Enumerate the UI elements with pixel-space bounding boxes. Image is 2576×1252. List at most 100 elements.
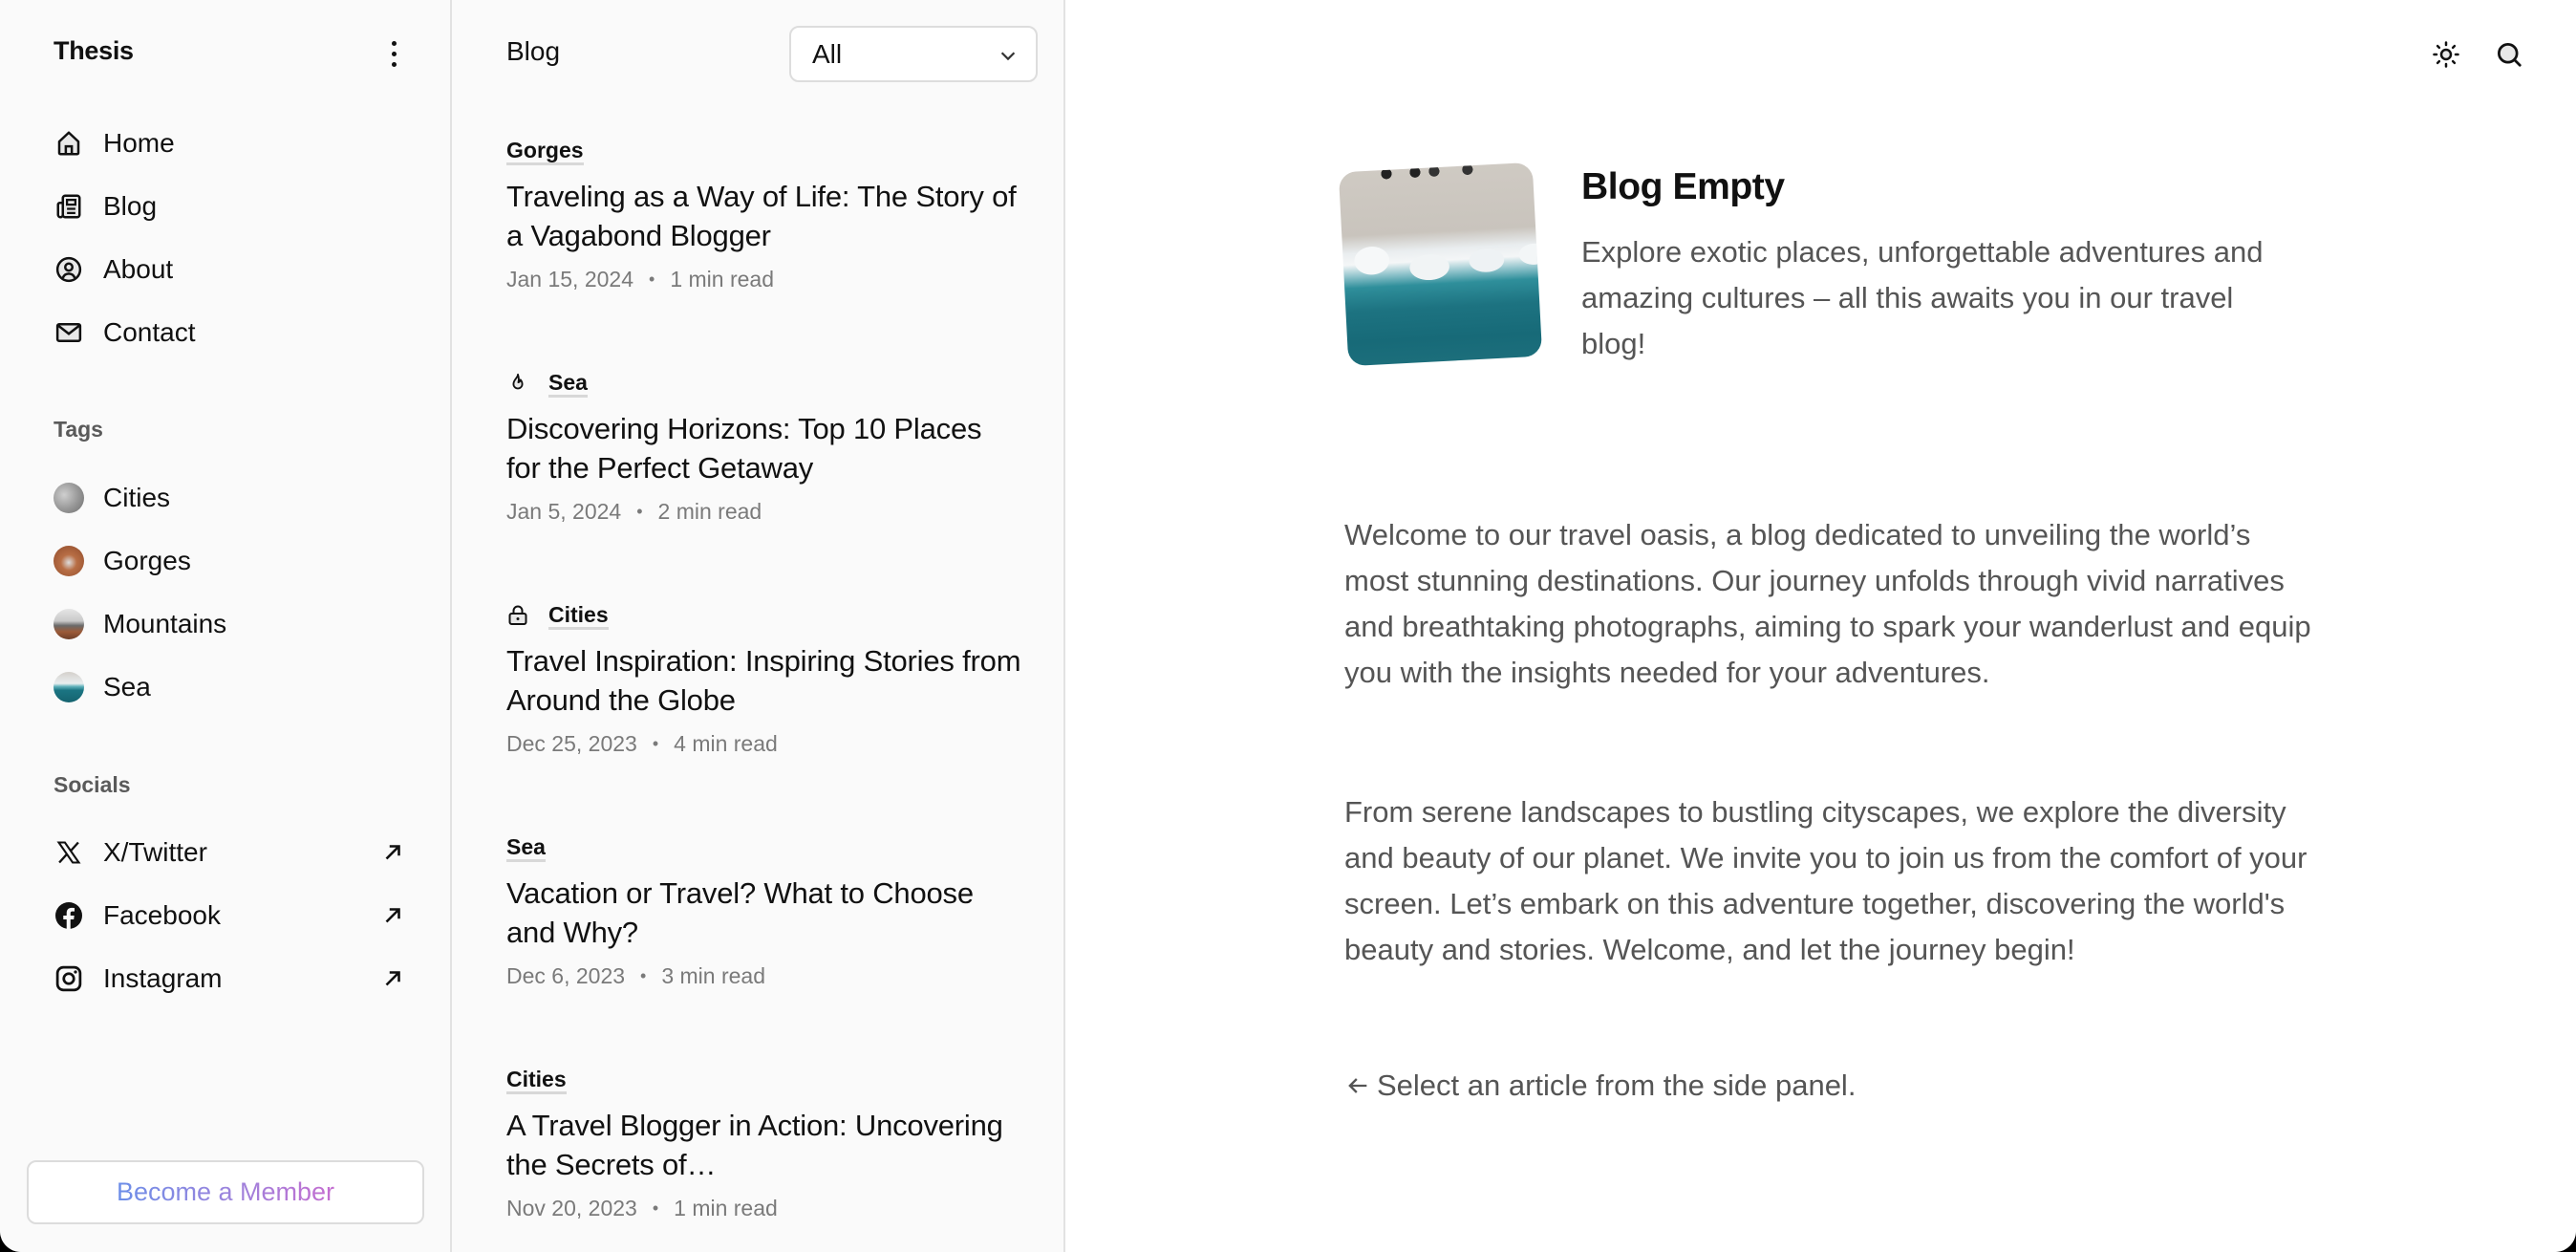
social-label: Facebook [103,900,221,930]
article-date: Nov 20, 2023 [506,1196,637,1220]
article-tag[interactable]: Sea [506,834,546,862]
user-circle-icon [54,254,84,285]
wave-foam-detail [1338,222,1543,291]
article-list-panel: Blog All Gorges Traveling as a Way of Li… [452,0,1065,1252]
article-meta: Jan 5, 2024 • 2 min read [506,499,1022,525]
article-list-item[interactable]: Cities Travel Inspiration: Inspiring Sto… [506,601,1022,757]
sidebar-tag-gorges[interactable]: Gorges [54,542,191,580]
lock-icon [506,604,529,627]
article-date: Jan 15, 2024 [506,267,634,291]
sidebar-tag-mountains[interactable]: Mountains [54,605,226,643]
tag-label: Gorges [103,546,191,575]
tag-thumbnail [54,546,84,576]
external-link-arrow-icon [385,971,400,986]
article-list-item[interactable]: Gorges Traveling as a Way of Life: The S… [506,137,1022,292]
select-article-hint: Select an article from the side panel. [1344,1069,1856,1103]
sidebar: Thesis Home Blog About Contact Tags Citi… [0,0,452,1252]
article-tag-row: Gorges [506,137,1022,165]
tag-label: Mountains [103,609,227,638]
article-read-time: 1 min read [674,1196,778,1220]
tag-label: Cities [103,483,171,512]
article-title: Traveling as a Way of Life: The Story of… [506,180,1017,252]
sidebar-item-about[interactable]: About [54,250,173,289]
sidebar-item-label: Contact [103,317,196,347]
socials-section-label: Socials [54,772,131,797]
meta-separator: • [652,734,659,753]
tag-label: Sea [103,672,151,702]
article-tag[interactable]: Gorges [506,138,584,165]
meta-separator: • [640,966,647,985]
arrow-left-icon [1348,1078,1367,1093]
newspaper-icon [54,191,84,222]
article-list-item[interactable]: Sea Vacation or Travel? What to Choose a… [506,833,1022,989]
blog-description: Explore exotic places, unforgettable adv… [1581,235,2264,360]
sidebar-item-label: About [103,254,174,284]
article-meta: Dec 6, 2023 • 3 min read [506,963,1022,989]
article-read-time: 3 min read [661,963,766,988]
become-member-button[interactable]: Become a Member [27,1160,424,1224]
become-member-label: Become a Member [116,1177,335,1206]
article-read-time: 4 min read [674,731,778,756]
tag-filter-select[interactable]: All [789,26,1038,82]
article-tag[interactable]: Sea [548,370,588,398]
chevron-down-icon [1000,52,1016,61]
sidebar-tag-sea[interactable]: Sea [54,668,151,706]
social-label: X/Twitter [103,837,207,867]
sidebar-item-label: Home [103,128,175,158]
app-window: Thesis Home Blog About Contact Tags Citi… [0,0,2576,1252]
meta-separator: • [636,502,643,521]
tag-thumbnail [54,609,84,639]
social-link-x-twitter[interactable]: X/Twitter [54,833,417,872]
facebook-icon [54,900,84,931]
external-link-arrow-icon [385,845,400,860]
article-list-item[interactable]: Cities A Travel Blogger in Action: Uncov… [506,1066,1022,1221]
search-button[interactable] [2493,38,2525,71]
meta-separator: • [649,270,655,289]
article-list-item[interactable]: Sea Discovering Horizons: Top 10 Places … [506,369,1022,525]
brand-title[interactable]: Thesis [54,36,134,66]
blog-title: Blog Empty [1581,166,1785,207]
theme-toggle-button[interactable] [2430,38,2462,71]
more-options-button[interactable] [380,38,407,69]
social-link-facebook[interactable]: Facebook [54,896,417,935]
tag-thumbnail [54,483,84,513]
kebab-dot [391,40,397,46]
home-icon [54,128,84,159]
mail-icon [54,317,84,348]
list-title: Blog [506,36,561,66]
blog-cover-image [1338,162,1543,367]
article-tag-row: Sea [506,833,1022,862]
sidebar-tag-cities[interactable]: Cities [54,479,170,517]
sidebar-item-contact[interactable]: Contact [54,313,196,352]
meta-separator: • [652,1198,659,1218]
kebab-dot [391,51,397,56]
instagram-icon [54,963,84,994]
tags-section-label: Tags [54,417,103,442]
search-icon [2498,43,2522,67]
sun-icon [2433,41,2459,68]
article-read-time: 2 min read [657,499,762,524]
sidebar-item-blog[interactable]: Blog [54,187,157,226]
external-link-arrow-icon [385,908,400,923]
intro-paragraph: Welcome to our travel oasis, a blog dedi… [1344,518,2311,689]
article-tag-row: Cities [506,1066,1022,1094]
article-date: Dec 6, 2023 [506,963,626,988]
article-meta: Nov 20, 2023 • 1 min read [506,1196,1022,1221]
article-tag[interactable]: Cities [506,1067,567,1094]
filter-selected-value: All [812,38,843,69]
sidebar-item-home[interactable]: Home [54,124,175,162]
hint-text: Select an article from the side panel. [1377,1069,1857,1102]
article-title: A Travel Blogger in Action: Uncovering t… [506,1109,1003,1181]
article-tag[interactable]: Cities [548,602,609,630]
article-meta: Jan 15, 2024 • 1 min read [506,267,1022,292]
beach-people-detail [1376,164,1483,181]
intro-paragraph: From serene landscapes to bustling citys… [1344,795,2308,966]
article-title: Travel Inspiration: Inspiring Stories fr… [506,644,1021,717]
social-link-instagram[interactable]: Instagram [54,960,417,998]
kebab-dot [391,61,397,67]
article-title: Discovering Horizons: Top 10 Places for … [506,412,982,485]
main-content: Blog Empty Explore exotic places, unforg… [1065,0,2576,1252]
social-label: Instagram [103,963,223,993]
article-title: Vacation or Travel? What to Choose and W… [506,876,974,949]
flame-icon [506,372,529,395]
